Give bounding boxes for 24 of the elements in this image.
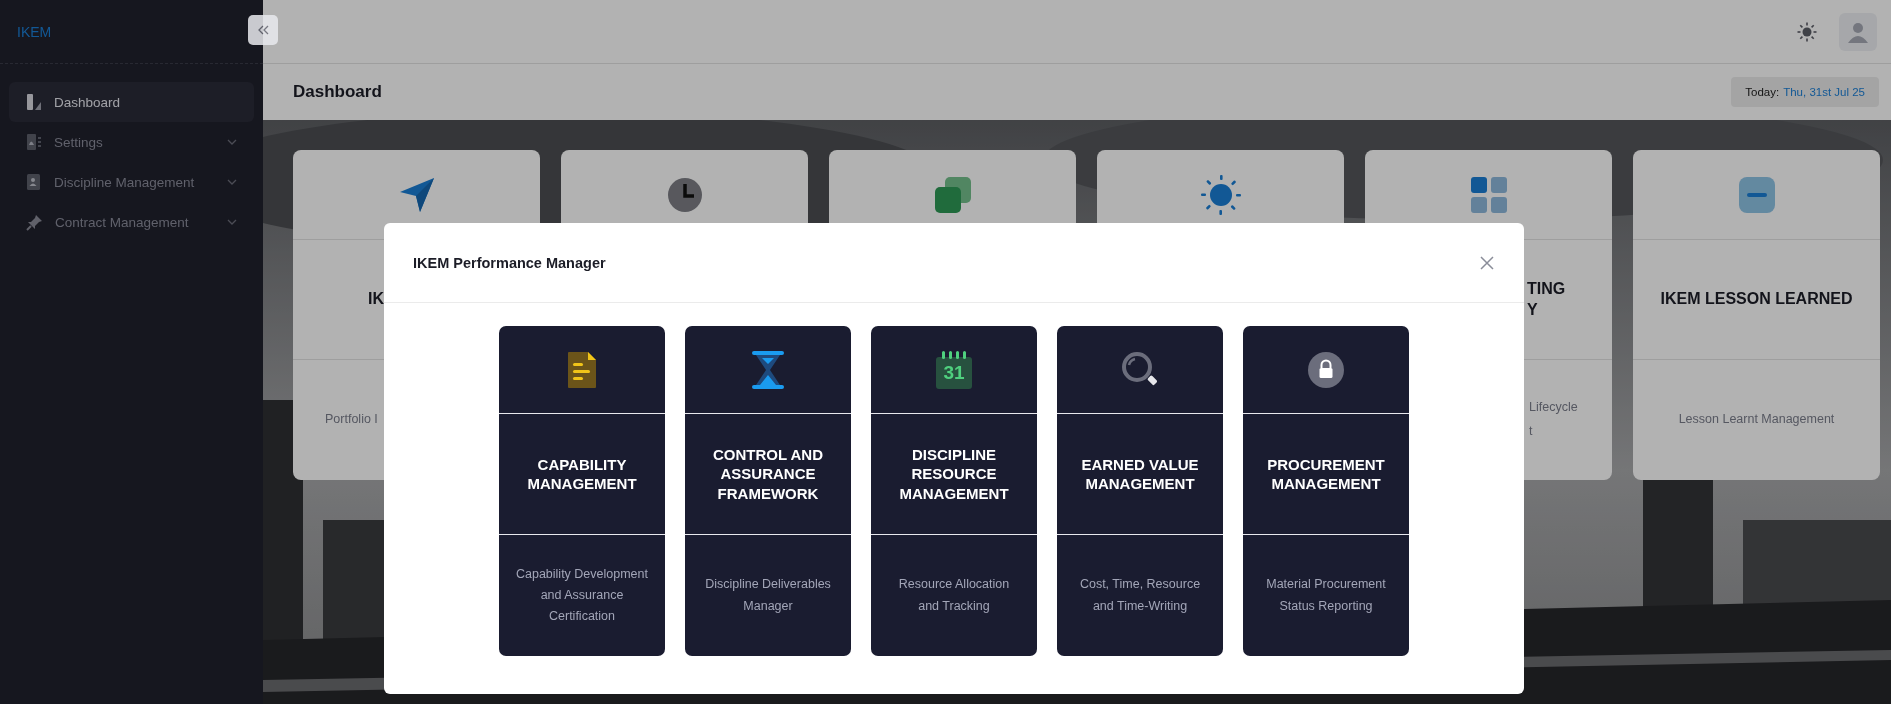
sidebar-item-label: Settings	[54, 134, 104, 150]
module-title: EARNED VALUE MANAGEMENT	[1080, 454, 1200, 494]
app-card-description: Portfolio I	[325, 411, 379, 429]
app-card-title: IKEM LESSON LEARNED	[1660, 289, 1853, 310]
app-card-description: Lifecycle t	[1529, 399, 1579, 440]
app-card-description: Lesson Learnt Management	[1677, 411, 1836, 429]
app-card-title: IK	[367, 289, 384, 310]
today-label: Today:	[1745, 86, 1780, 98]
module-title: DISCIPLINE RESOURCE MANAGEMENT	[898, 444, 1010, 504]
app-card-title: TING Y	[1527, 278, 1567, 320]
sidebar-item-label: Dashboard	[54, 94, 122, 110]
page-title: Dashboard	[293, 82, 382, 102]
modal-title: IKEM Performance Manager	[413, 254, 606, 271]
module-title: CONTROL AND ASSURANCE FRAMEWORK	[712, 444, 824, 504]
module-description: Resource Allocation and Tracking	[897, 576, 1011, 615]
sidebar-item-label: Discipline Management	[54, 174, 196, 190]
sidebar-item-label: Contract Management	[55, 214, 190, 230]
today-date: Thu, 31st Jul 25	[1783, 86, 1865, 98]
module-title: CAPABILITY MANAGEMENT	[526, 454, 638, 494]
module-description: Discipline Deliverables Manager	[704, 576, 832, 615]
module-description: Cost, Time, Resource and Time-Writing	[1078, 576, 1202, 615]
module-description: Material Procurement Status Reporting	[1265, 576, 1387, 615]
module-description: Capability Development and Assurance Certification	[515, 565, 649, 626]
module-title: PROCUREMENT MANAGEMENT	[1266, 454, 1386, 494]
